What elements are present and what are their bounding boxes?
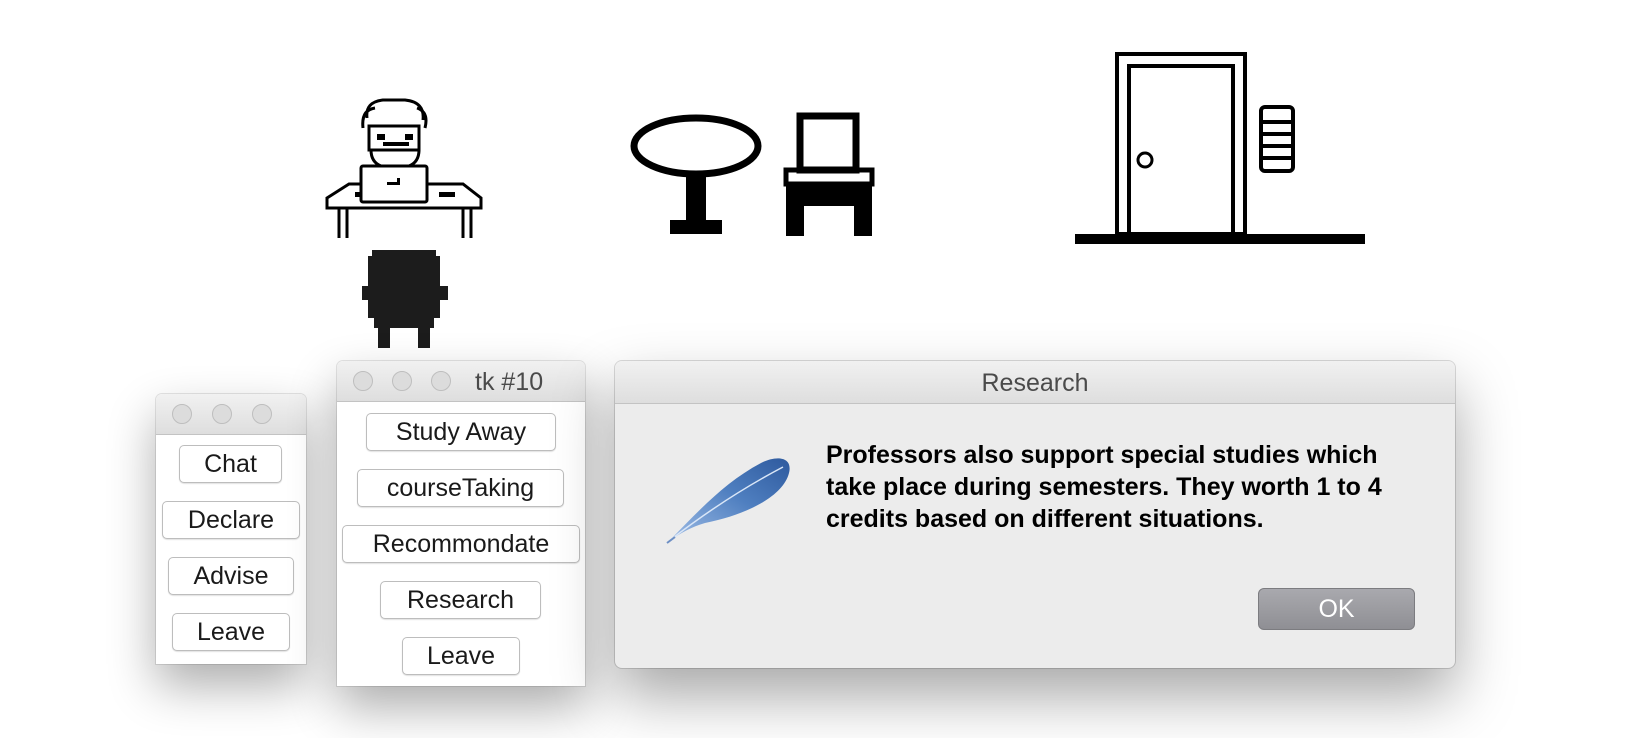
close-icon[interactable]	[353, 371, 373, 391]
minimize-icon[interactable]	[212, 404, 232, 424]
chair	[783, 112, 875, 236]
door	[1075, 52, 1365, 244]
dialog-message: Professors also support special studies …	[826, 441, 1382, 533]
recommondate-button[interactable]: Recommondate	[342, 525, 580, 563]
professor-at-desk	[325, 98, 483, 238]
small-window-titlebar[interactable]	[156, 394, 306, 435]
minimize-icon[interactable]	[392, 371, 412, 391]
small-menu-window: Chat Declare Advise Leave	[156, 394, 306, 664]
close-icon[interactable]	[172, 404, 192, 424]
research-button[interactable]: Research	[380, 581, 541, 619]
study-away-button[interactable]: Study Away	[366, 413, 556, 451]
maximize-icon[interactable]	[431, 371, 451, 391]
research-dialog: Research Professors also support special…	[615, 361, 1455, 668]
tk-window-title: tk #10	[475, 368, 544, 396]
leave-button[interactable]: Leave	[172, 613, 290, 651]
feather-icon	[666, 458, 790, 544]
declare-button[interactable]: Declare	[162, 501, 300, 539]
ok-button[interactable]: OK	[1258, 588, 1415, 630]
leave-button[interactable]: Leave	[402, 637, 520, 675]
dialog-title: Research	[981, 369, 1089, 397]
chat-button[interactable]: Chat	[179, 445, 282, 483]
student	[362, 250, 448, 348]
course-taking-button[interactable]: courseTaking	[357, 469, 564, 507]
tk-window-titlebar[interactable]: tk #10	[337, 361, 585, 402]
tk-window: tk #10 Study Away courseTaking Recommond…	[337, 361, 585, 686]
advise-button[interactable]: Advise	[168, 557, 294, 595]
intercom	[1259, 105, 1295, 173]
game-scene	[0, 0, 1636, 360]
round-table	[630, 114, 762, 234]
dialog-titlebar[interactable]: Research	[615, 361, 1455, 404]
maximize-icon[interactable]	[252, 404, 272, 424]
